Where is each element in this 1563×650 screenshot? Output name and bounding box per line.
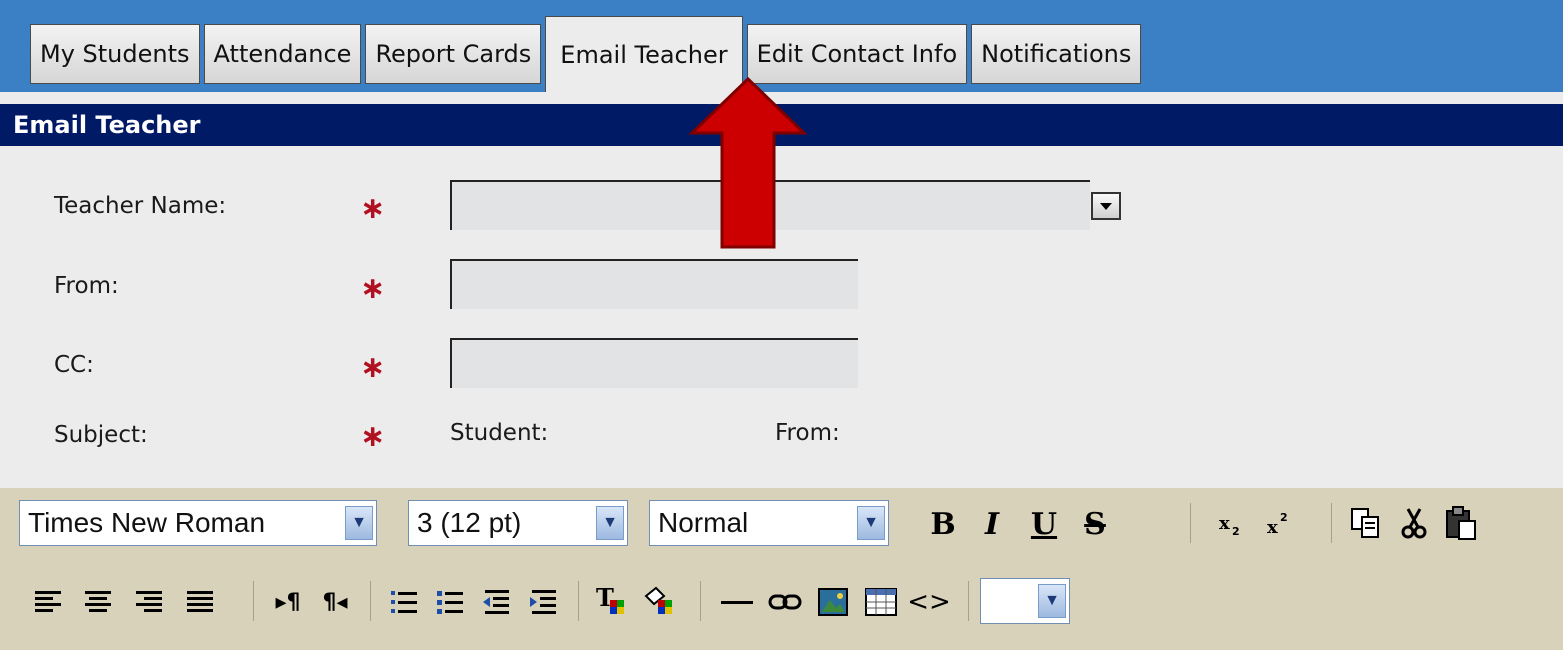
svg-text:2: 2 [1232, 525, 1240, 538]
chevron-down-icon[interactable] [1091, 192, 1121, 220]
superscript-icon[interactable]: x2 [1260, 502, 1300, 546]
image-icon[interactable] [812, 580, 854, 624]
strikethrough-button[interactable]: S [1075, 502, 1115, 546]
code-icon[interactable]: <> [907, 580, 951, 624]
font-family-select[interactable]: Times New Roman ▼ [19, 500, 377, 546]
indent-icon[interactable] [523, 580, 563, 624]
from-field[interactable] [450, 259, 858, 309]
font-family-value: Times New Roman [28, 507, 266, 538]
paragraph-format-value: Normal [658, 507, 749, 538]
link-icon[interactable] [764, 580, 806, 624]
tab-attendance[interactable]: Attendance [203, 24, 362, 84]
ltr-icon[interactable]: ▸¶ [268, 580, 308, 624]
teacher-name-label: Teacher Name: [54, 193, 227, 219]
svg-text:2: 2 [1280, 511, 1288, 524]
editor-toolbar: Times New Roman ▼ 3 (12 pt) ▼ Normal ▼ B… [0, 488, 1563, 650]
cc-label: CC: [54, 352, 94, 378]
tab-strip: My Students Attendance Report Cards Emai… [30, 16, 1142, 92]
toolbar-divider [253, 581, 254, 621]
red-arrow-icon [688, 76, 808, 249]
extra-options-select[interactable]: ▼ [980, 578, 1070, 624]
unordered-list-icon[interactable] [430, 580, 470, 624]
chevron-down-icon[interactable]: ▼ [345, 506, 373, 540]
align-center-icon[interactable] [78, 580, 118, 624]
toolbar-divider [370, 581, 371, 621]
toolbar-divider [700, 581, 701, 621]
tab-report-cards[interactable]: Report Cards [365, 24, 542, 84]
required-marker: ∗ [360, 350, 386, 385]
subject-from-text: From: [775, 420, 840, 446]
required-marker: ∗ [360, 419, 386, 454]
horizontal-rule-icon[interactable] [716, 580, 758, 624]
text-color-icon[interactable]: T [590, 578, 632, 624]
justify-icon[interactable] [180, 580, 220, 624]
from-label: From: [54, 273, 119, 299]
rtl-icon[interactable]: ¶◂ [315, 580, 355, 624]
table-icon[interactable] [860, 580, 902, 624]
toolbar-divider [1331, 503, 1332, 543]
subscript-icon[interactable]: x2 [1212, 502, 1252, 546]
required-marker: ∗ [360, 271, 386, 306]
copy-icon[interactable] [1345, 500, 1387, 546]
paste-icon[interactable] [1440, 500, 1482, 546]
required-marker: ∗ [360, 191, 386, 226]
chevron-down-icon[interactable]: ▼ [596, 506, 624, 540]
toolbar-divider [968, 581, 969, 621]
tab-my-students[interactable]: My Students [30, 24, 200, 84]
cc-field[interactable] [450, 338, 858, 388]
svg-text:x: x [1219, 513, 1230, 534]
toolbar-divider [1190, 503, 1191, 543]
font-size-value: 3 (12 pt) [417, 507, 522, 538]
paragraph-format-select[interactable]: Normal ▼ [649, 500, 889, 546]
subject-student-text: Student: [450, 420, 549, 446]
tab-notifications[interactable]: Notifications [971, 24, 1142, 84]
toolbar-divider [578, 581, 579, 621]
align-left-icon[interactable] [28, 580, 68, 624]
outdent-icon[interactable] [476, 580, 516, 624]
bold-button[interactable]: B [923, 502, 963, 546]
cut-icon[interactable] [1393, 500, 1435, 546]
align-right-icon[interactable] [129, 580, 169, 624]
chevron-down-icon[interactable]: ▼ [857, 506, 885, 540]
chevron-down-icon[interactable]: ▼ [1038, 584, 1066, 618]
highlight-color-icon[interactable] [638, 578, 680, 624]
ordered-list-icon[interactable] [384, 580, 424, 624]
subject-label: Subject: [54, 422, 148, 448]
italic-button[interactable]: I [972, 502, 1012, 546]
font-size-select[interactable]: 3 (12 pt) ▼ [408, 500, 628, 546]
underline-button[interactable]: U [1024, 502, 1064, 546]
svg-text:x: x [1267, 517, 1278, 538]
